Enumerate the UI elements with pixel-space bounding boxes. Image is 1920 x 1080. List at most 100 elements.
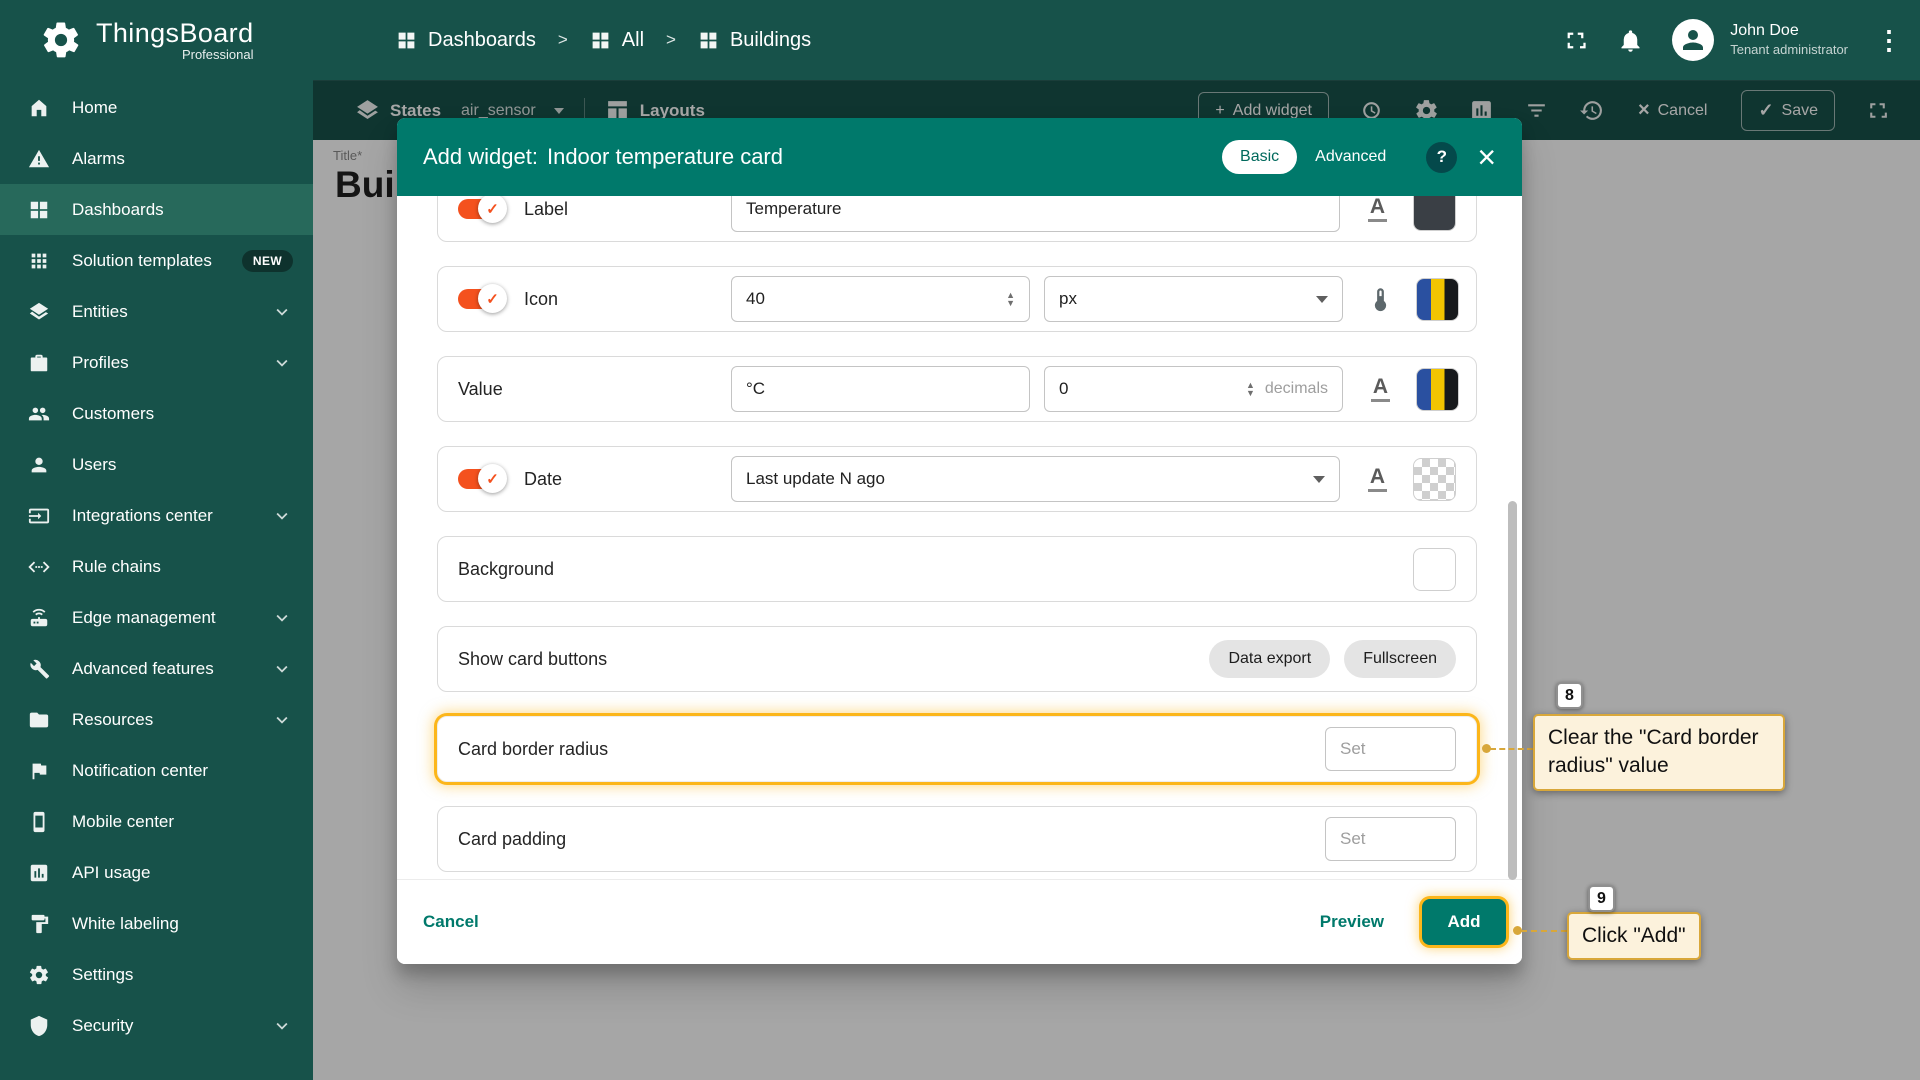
breadcrumb-buildings[interactable]: Buildings (698, 29, 811, 52)
step-8-badge: 8 (1556, 682, 1583, 709)
value-decimals-input[interactable]: ▲▼ decimals (1044, 366, 1343, 412)
help-button[interactable]: ? (1426, 142, 1457, 173)
tab-basic[interactable]: Basic (1222, 140, 1297, 174)
card-padding-row: Card padding (437, 806, 1477, 872)
sidebar-item-customers[interactable]: Customers (0, 388, 313, 439)
notifications-bell-icon[interactable] (1617, 27, 1644, 54)
stepper-icon[interactable]: ▲▼ (1006, 291, 1015, 307)
tab-advanced[interactable]: Advanced (1297, 140, 1404, 174)
resources-icon (28, 709, 50, 731)
background-row: Background (437, 536, 1477, 602)
sidebar: Home Alarms Dashboards Solution template… (0, 80, 313, 1080)
background-row-title: Background (458, 559, 554, 580)
stepper-icon[interactable]: ▲▼ (1246, 381, 1255, 397)
date-format-select[interactable]: Last update N ago (731, 456, 1340, 502)
step-9-callout: Click "Add" (1567, 912, 1701, 960)
value-font-settings-button[interactable]: A (1359, 368, 1402, 411)
card-border-radius-input[interactable] (1325, 727, 1456, 771)
label-toggle[interactable]: ✓ (458, 199, 504, 219)
dialog-title-widget-name: Indoor temperature card (547, 144, 783, 170)
sidebar-item-notification-center[interactable]: Notification center (0, 745, 313, 796)
dialog-footer: Cancel Preview Add (397, 880, 1522, 964)
sidebar-item-advanced-features[interactable]: Advanced features (0, 643, 313, 694)
customers-icon (28, 403, 50, 425)
chevron-down-icon (271, 658, 293, 680)
card-border-radius-row: Card border radius (437, 716, 1477, 782)
sidebar-item-white-labeling[interactable]: White labeling (0, 898, 313, 949)
card-padding-input[interactable] (1325, 817, 1456, 861)
icon-color-swatch[interactable] (1416, 278, 1459, 321)
preview-button[interactable]: Preview (1320, 912, 1384, 932)
icon-row: ✓ Icon ▲▼ px (437, 266, 1477, 332)
sidebar-item-settings[interactable]: Settings (0, 949, 313, 1000)
fullscreen-icon[interactable] (1562, 27, 1589, 54)
dialog-header: Add widget: Indoor temperature card Basi… (397, 118, 1522, 196)
sidebar-item-entities[interactable]: Entities (0, 286, 313, 337)
date-toggle[interactable]: ✓ (458, 469, 504, 489)
breadcrumb-dashboards[interactable]: Dashboards (396, 29, 536, 52)
cancel-button[interactable]: Cancel (423, 912, 479, 932)
user-name: John Doe (1730, 21, 1848, 42)
users-icon (28, 454, 50, 476)
avatar[interactable] (1672, 19, 1714, 61)
icon-toggle[interactable]: ✓ (458, 289, 504, 309)
chevron-down-icon (271, 709, 293, 731)
label-row: ✓ Label A (437, 196, 1477, 242)
date-font-settings-button[interactable]: A (1356, 458, 1399, 501)
security-icon (28, 1015, 50, 1037)
card-padding-title: Card padding (458, 829, 566, 850)
sidebar-item-home[interactable]: Home (0, 82, 313, 133)
icon-size-input[interactable]: ▲▼ (731, 276, 1030, 322)
top-header: ThingsBoard Professional Dashboards > Al… (0, 0, 1920, 80)
notification-icon (28, 760, 50, 782)
user-info[interactable]: John Doe Tenant administrator (1730, 21, 1848, 59)
label-font-settings-button[interactable]: A (1356, 196, 1399, 231)
sidebar-item-edge-management[interactable]: Edge management (0, 592, 313, 643)
sidebar-item-users[interactable]: Users (0, 439, 313, 490)
white-labeling-icon (28, 913, 50, 935)
background-color-swatch[interactable] (1413, 548, 1456, 591)
brand-logo[interactable]: ThingsBoard Professional (40, 18, 340, 62)
connector-line-step-9 (1521, 930, 1567, 932)
sidebar-item-integrations-center[interactable]: Integrations center (0, 490, 313, 541)
card-border-radius-title: Card border radius (458, 739, 608, 760)
card-buttons-row-title: Show card buttons (458, 649, 607, 670)
chip-data-export[interactable]: Data export (1209, 640, 1330, 678)
add-button[interactable]: Add (1422, 899, 1506, 945)
value-units-input[interactable] (731, 366, 1030, 412)
icon-picker-button[interactable] (1359, 278, 1402, 321)
value-color-swatch[interactable] (1416, 368, 1459, 411)
scrollbar-thumb[interactable] (1508, 501, 1517, 880)
mobile-icon (28, 811, 50, 833)
label-input[interactable] (731, 196, 1340, 232)
card-buttons-row: Show card buttons Data export Fullscreen (437, 626, 1477, 692)
sidebar-item-security[interactable]: Security (0, 1000, 313, 1051)
profiles-icon (28, 352, 50, 374)
more-vertical-icon[interactable]: ⋮ (1876, 25, 1894, 56)
advanced-features-icon (28, 658, 50, 680)
sidebar-item-resources[interactable]: Resources (0, 694, 313, 745)
chevron-down-icon (271, 505, 293, 527)
sidebar-item-mobile-center[interactable]: Mobile center (0, 796, 313, 847)
date-color-swatch[interactable] (1413, 458, 1456, 501)
sidebar-item-solution-templates[interactable]: Solution templatesNEW (0, 235, 313, 286)
sidebar-item-dashboards[interactable]: Dashboards (0, 184, 313, 235)
value-row-title: Value (458, 379, 503, 400)
icon-size-unit-select[interactable]: px (1044, 276, 1343, 322)
add-widget-dialog: Add widget: Indoor temperature card Basi… (397, 118, 1522, 964)
breadcrumb-all[interactable]: All (590, 29, 644, 52)
date-row-title: Date (524, 469, 562, 490)
sidebar-item-api-usage[interactable]: API usage (0, 847, 313, 898)
close-icon[interactable]: × (1477, 141, 1496, 173)
decimals-suffix: decimals (1265, 380, 1328, 398)
sidebar-item-profiles[interactable]: Profiles (0, 337, 313, 388)
chip-fullscreen[interactable]: Fullscreen (1344, 640, 1456, 678)
sidebar-item-alarms[interactable]: Alarms (0, 133, 313, 184)
sidebar-item-rule-chains[interactable]: Rule chains (0, 541, 313, 592)
edge-icon (28, 607, 50, 629)
dashboard-group-icon (590, 30, 611, 51)
dashboards-icon (396, 30, 417, 51)
value-row: Value ▲▼ decimals A (437, 356, 1477, 422)
label-color-swatch[interactable] (1413, 196, 1456, 231)
breadcrumb-separator: > (666, 30, 676, 50)
